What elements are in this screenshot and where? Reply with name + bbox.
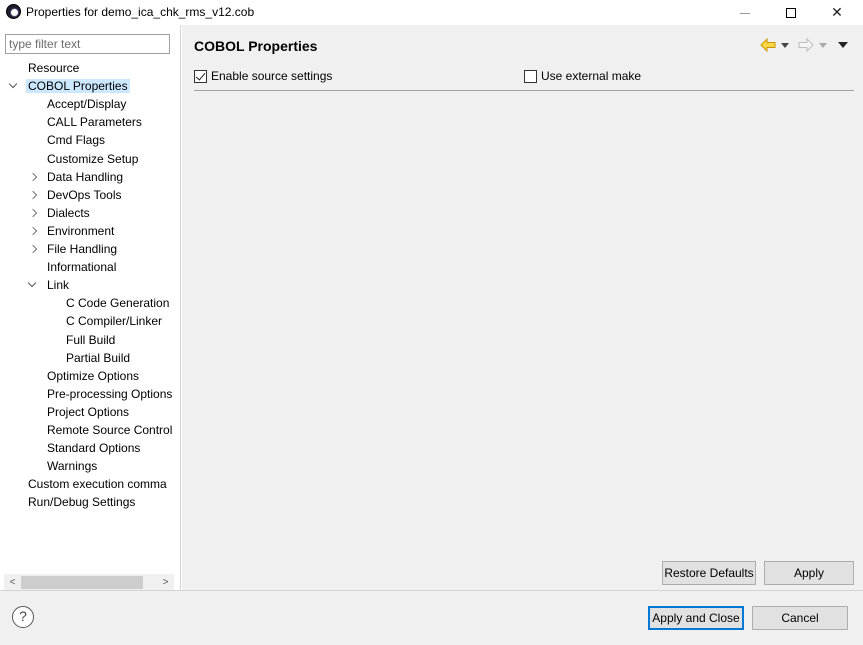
tree-item[interactable]: Standard Options <box>45 439 142 457</box>
maximize-icon <box>786 8 796 19</box>
tree-item-label: Partial Build <box>66 350 131 365</box>
tree-item[interactable]: Informational <box>45 258 118 276</box>
tree-item[interactable]: Accept/Display <box>45 95 128 113</box>
chevron-right-icon[interactable] <box>28 222 38 240</box>
tree-item-label: Customize Setup <box>47 151 139 166</box>
apply-button[interactable]: Apply <box>764 561 854 585</box>
tree-item-label: C Compiler/Linker <box>66 314 163 329</box>
tree-item[interactable]: Pre-processing Options <box>45 385 174 403</box>
tree-item-label: Data Handling <box>47 169 124 184</box>
scroll-right-icon[interactable]: > <box>157 574 174 591</box>
tree-item[interactable]: C Compiler/Linker <box>64 312 164 330</box>
close-icon: ✕ <box>831 4 843 20</box>
tree-item-label: Full Build <box>66 332 116 347</box>
tree-item[interactable]: Custom execution comma <box>26 475 169 493</box>
tree-item-label: Cmd Flags <box>47 133 106 148</box>
tree-item[interactable]: Cmd Flags <box>45 131 107 149</box>
dialog-footer: ? Apply and Close Cancel <box>0 591 863 645</box>
tree-item[interactable]: File Handling <box>45 240 119 258</box>
scroll-left-icon[interactable]: < <box>4 574 21 591</box>
close-button[interactable]: ✕ <box>814 0 860 24</box>
minimize-icon <box>740 12 750 14</box>
property-tree: Resource COBOL Properties Accept/Display CA… <box>0 59 176 569</box>
enable-source-settings-label: Enable source settings <box>211 69 333 83</box>
tree-item-label: Project Options <box>47 404 130 419</box>
window-title: Properties for demo_ica_chk_rms_v12.cob <box>26 5 255 19</box>
tree-item-label: Custom execution comma <box>28 477 167 492</box>
horizontal-scrollbar[interactable]: < > <box>4 574 174 591</box>
tree-item-label: Run/Debug Settings <box>28 495 136 510</box>
help-icon[interactable]: ? <box>12 606 34 628</box>
tree-item[interactable]: Full Build <box>64 331 117 349</box>
tree-item-label: Dialects <box>47 205 90 220</box>
tree-item[interactable]: Run/Debug Settings <box>26 493 137 511</box>
tree-item-label: COBOL Properties <box>26 79 130 94</box>
tree-item[interactable]: Customize Setup <box>45 150 140 168</box>
separator <box>194 90 854 91</box>
tree-item-label: C Code Generation <box>66 296 170 311</box>
scrollbar-thumb[interactable] <box>21 576 143 589</box>
tree-item-label: DevOps Tools <box>47 187 122 202</box>
tree-item-label: Remote Source Control <box>47 423 173 437</box>
tree-item-label: Optimize Options <box>47 368 140 383</box>
chevron-right-icon[interactable] <box>28 186 38 204</box>
back-arrow-icon[interactable] <box>760 38 776 52</box>
page-title: COBOL Properties <box>194 38 318 54</box>
tree-item[interactable]: Warnings <box>45 457 99 475</box>
tree-item[interactable]: Link <box>45 276 71 294</box>
chevron-right-icon[interactable] <box>28 240 38 258</box>
view-menu-icon[interactable] <box>838 42 848 48</box>
chevron-right-icon[interactable] <box>28 168 38 186</box>
tree-item[interactable]: Remote Source Control <box>45 421 174 439</box>
tree-item-label: CALL Parameters <box>47 115 142 130</box>
eclipse-app-icon <box>6 4 21 19</box>
tree-item-label: Environment <box>47 223 115 238</box>
title-bar: Properties for demo_ica_chk_rms_v12.cob … <box>0 0 863 25</box>
chevron-right-icon[interactable] <box>28 204 38 222</box>
enable-source-settings-checkbox[interactable]: Enable source settings <box>194 69 332 85</box>
navigation-pane: Resource COBOL Properties Accept/Display CA… <box>0 25 181 591</box>
tree-item-label: Pre-processing Options <box>47 386 173 401</box>
tree-item[interactable]: Partial Build <box>64 349 132 367</box>
tree-item-label: File Handling <box>47 242 118 256</box>
chevron-down-icon[interactable] <box>28 276 38 294</box>
tree-item-label: Link <box>47 278 70 293</box>
tree-item[interactable]: Resource <box>26 59 81 77</box>
cancel-button[interactable]: Cancel <box>752 606 848 630</box>
restore-defaults-button[interactable]: Restore Defaults <box>662 561 756 585</box>
tree-item-label: Standard Options <box>47 441 141 456</box>
tree-item[interactable]: Data Handling <box>45 168 125 186</box>
tree-item[interactable]: Environment <box>45 222 116 240</box>
chevron-down-icon[interactable] <box>9 77 19 95</box>
tree-item-label: Informational <box>47 260 117 275</box>
tree-item[interactable]: Optimize Options <box>45 367 141 385</box>
apply-and-close-button[interactable]: Apply and Close <box>648 606 744 630</box>
tree-item[interactable]: DevOps Tools <box>45 186 123 204</box>
tree-item[interactable]: CALL Parameters <box>45 113 144 131</box>
tree-item[interactable]: COBOL Properties <box>26 77 130 95</box>
back-dropdown-icon[interactable] <box>781 43 789 48</box>
forward-arrow-icon[interactable] <box>798 38 814 52</box>
filter-input[interactable] <box>5 34 170 54</box>
tree-item-label: Resource <box>28 61 80 75</box>
tree-item[interactable]: Project Options <box>45 403 131 421</box>
tree-item-label: Accept/Display <box>47 97 127 112</box>
minimize-button[interactable] <box>722 0 768 24</box>
checkbox-unchecked-icon[interactable] <box>524 70 537 84</box>
forward-dropdown-icon[interactable] <box>819 43 827 48</box>
tree-item[interactable]: C Code Generation <box>64 294 171 312</box>
tree-item-label: Warnings <box>47 459 98 474</box>
tree-item[interactable]: Dialects <box>45 204 92 222</box>
use-external-make-label: Use external make <box>541 69 642 83</box>
use-external-make-checkbox[interactable]: Use external make <box>524 69 641 85</box>
maximize-button[interactable] <box>768 0 814 24</box>
property-page: COBOL Properties Enable source settings … <box>182 25 863 591</box>
checkbox-checked-icon[interactable] <box>194 70 207 84</box>
